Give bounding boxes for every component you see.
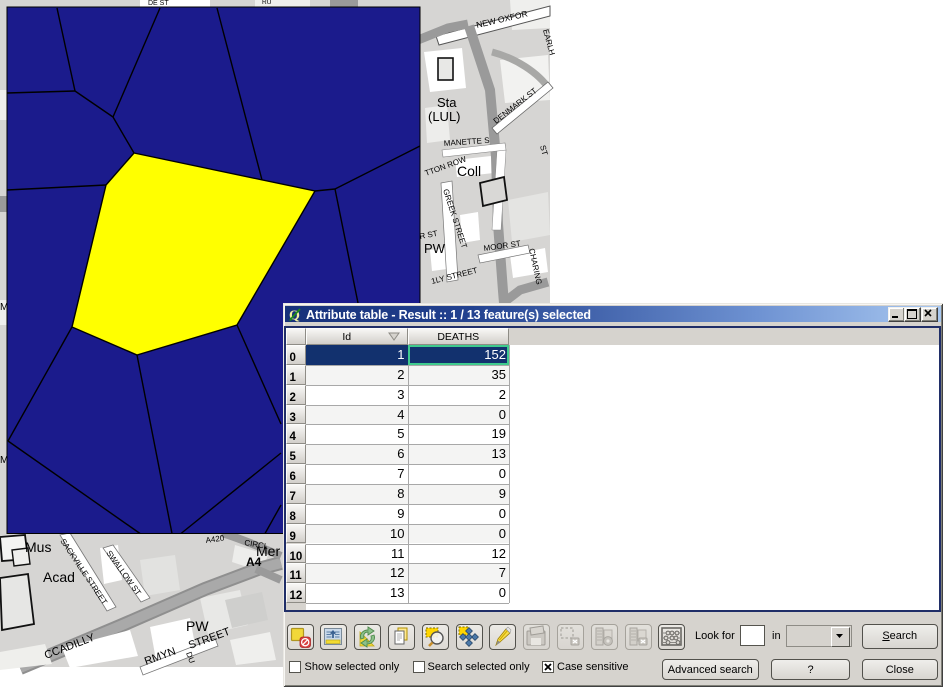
svg-text:RU: RU <box>262 0 272 6</box>
svg-text:Mer: Mer <box>256 543 280 559</box>
svg-text:Sta: Sta <box>437 95 457 110</box>
svg-text:PW: PW <box>186 618 209 634</box>
svg-text:(LUL): (LUL) <box>428 109 461 124</box>
svg-text:Mus: Mus <box>25 539 51 555</box>
svg-text:Coll: Coll <box>457 163 481 179</box>
svg-text:DE ST: DE ST <box>148 0 169 7</box>
svg-text:PW: PW <box>424 241 446 256</box>
svg-text:Acad: Acad <box>43 569 75 585</box>
